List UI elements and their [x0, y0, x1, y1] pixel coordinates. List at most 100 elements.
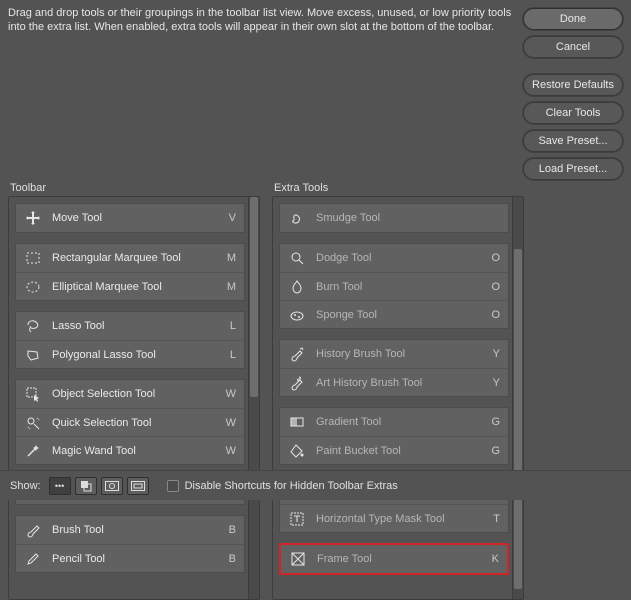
tool-row[interactable]: Pencil ToolB	[16, 544, 244, 572]
checkbox-label: Disable Shortcuts for Hidden Toolbar Ext…	[185, 480, 398, 492]
tool-shortcut: O	[486, 252, 500, 264]
tool-row[interactable]: History Brush ToolY	[280, 340, 508, 368]
scrollbar-thumb[interactable]	[250, 197, 258, 397]
tool-shortcut: Y	[486, 348, 500, 360]
show-option-foreground-button[interactable]	[75, 477, 97, 495]
show-option-screenmode-button[interactable]	[127, 477, 149, 495]
dialog-buttons: Done Cancel Restore Defaults Clear Tools…	[523, 6, 623, 180]
tool-row[interactable]: Polygonal Lasso ToolL	[16, 340, 244, 368]
tool-shortcut: T	[486, 513, 500, 525]
tool-group[interactable]: Dodge ToolOBurn ToolOSponge ToolO	[279, 243, 509, 329]
tool-label: Lasso Tool	[52, 320, 222, 332]
tool-row[interactable]: Lasso ToolL	[16, 312, 244, 340]
cancel-button[interactable]: Cancel	[523, 36, 623, 58]
tool-label: Art History Brush Tool	[316, 377, 486, 389]
tool-label: Magic Wand Tool	[52, 445, 222, 457]
tool-shortcut: O	[486, 309, 500, 321]
tool-row[interactable]: Paint Bucket ToolG	[280, 436, 508, 464]
tool-group[interactable]: Frame ToolK	[279, 543, 509, 575]
tool-group[interactable]: Lasso ToolLPolygonal Lasso ToolL	[15, 311, 245, 369]
tool-label: Object Selection Tool	[52, 388, 222, 400]
tool-label: Smudge Tool	[316, 212, 486, 224]
tool-row[interactable]: Quick Selection ToolW	[16, 408, 244, 436]
tool-row[interactable]: Smudge Tool	[280, 204, 508, 232]
tool-label: Dodge Tool	[316, 252, 486, 264]
frame-icon	[289, 550, 307, 568]
tool-group[interactable]: Object Selection ToolWQuick Selection To…	[15, 379, 245, 465]
tool-group[interactable]: History Brush ToolYArt History Brush Too…	[279, 339, 509, 397]
type-mask-h-icon	[288, 510, 306, 528]
done-button[interactable]: Done	[523, 8, 623, 30]
tool-group[interactable]: Gradient ToolGPaint Bucket ToolG	[279, 407, 509, 465]
tool-shortcut: K	[485, 553, 499, 565]
tool-label: Sponge Tool	[316, 309, 486, 321]
burn-icon	[288, 278, 306, 296]
tool-shortcut: W	[222, 388, 236, 400]
tool-group[interactable]: Move ToolV	[15, 203, 245, 233]
tool-shortcut: V	[222, 212, 236, 224]
tool-row[interactable]: Horizontal Type Mask ToolT	[280, 504, 508, 532]
restore-defaults-button[interactable]: Restore Defaults	[523, 74, 623, 96]
tool-row[interactable]: Rectangular Marquee ToolM	[16, 244, 244, 272]
checkbox-box[interactable]	[167, 480, 179, 492]
tool-shortcut: L	[222, 349, 236, 361]
tool-row[interactable]: Move ToolV	[16, 204, 244, 232]
tool-label: Paint Bucket Tool	[316, 445, 486, 457]
lasso-poly-icon	[24, 346, 42, 364]
extra-scrollbar[interactable]	[512, 197, 523, 599]
tool-shortcut: L	[222, 320, 236, 332]
tool-shortcut: B	[222, 553, 236, 565]
tool-row[interactable]: Sponge ToolO	[280, 300, 508, 328]
lasso-icon	[24, 317, 42, 335]
brush-icon	[24, 521, 42, 539]
toolbar-header: Toolbar	[8, 182, 260, 196]
tool-label: Rectangular Marquee Tool	[52, 252, 222, 264]
extra-tools-list[interactable]: Smudge ToolDodge ToolOBurn ToolOSponge T…	[272, 196, 524, 600]
tool-row[interactable]: Object Selection ToolW	[16, 380, 244, 408]
tool-row[interactable]: Gradient ToolG	[280, 408, 508, 436]
tool-shortcut: B	[222, 524, 236, 536]
tool-row[interactable]: Elliptical Marquee ToolM	[16, 272, 244, 300]
art-history-icon	[288, 374, 306, 392]
save-preset-button[interactable]: Save Preset...	[523, 130, 623, 152]
disable-shortcuts-checkbox[interactable]: Disable Shortcuts for Hidden Toolbar Ext…	[167, 480, 398, 492]
tool-group[interactable]: Rectangular Marquee ToolMElliptical Marq…	[15, 243, 245, 301]
show-option-ellipsis-button[interactable]: •••	[49, 477, 71, 495]
toolbar-list[interactable]: Move ToolVRectangular Marquee ToolMEllip…	[8, 196, 260, 600]
magic-wand-icon	[24, 442, 42, 460]
tool-shortcut: W	[222, 417, 236, 429]
tool-row[interactable]: Magic Wand ToolW	[16, 436, 244, 464]
tool-label: Frame Tool	[317, 553, 485, 565]
footer-bar: Show: ••• Disable Shortcuts for Hidden T…	[0, 470, 631, 500]
tool-row[interactable]: Art History Brush ToolY	[280, 368, 508, 396]
tool-shortcut: W	[222, 445, 236, 457]
tool-label: Pencil Tool	[52, 553, 222, 565]
tool-label: Brush Tool	[52, 524, 222, 536]
paint-bucket-icon	[288, 442, 306, 460]
show-option-quickmask-button[interactable]	[101, 477, 123, 495]
tool-label: Horizontal Type Mask Tool	[316, 513, 486, 525]
tool-label: Move Tool	[52, 212, 222, 224]
tool-row[interactable]: Brush ToolB	[16, 516, 244, 544]
tool-group[interactable]: Brush ToolBPencil ToolB	[15, 515, 245, 573]
tool-shortcut: G	[486, 416, 500, 428]
move-icon	[24, 209, 42, 227]
extra-tools-header: Extra Tools	[272, 182, 524, 196]
tool-row[interactable]: Dodge ToolO	[280, 244, 508, 272]
tool-shortcut: Y	[486, 377, 500, 389]
load-preset-button[interactable]: Load Preset...	[523, 158, 623, 180]
tool-group[interactable]: Smudge Tool	[279, 203, 509, 233]
tool-row[interactable]: Frame ToolK	[281, 545, 507, 573]
clear-tools-button[interactable]: Clear Tools	[523, 102, 623, 124]
pencil-icon	[24, 550, 42, 568]
gradient-icon	[288, 413, 306, 431]
tool-row[interactable]: Burn ToolO	[280, 272, 508, 300]
toolbar-scrollbar[interactable]	[248, 197, 259, 599]
tool-shortcut: M	[222, 281, 236, 293]
tool-shortcut: G	[486, 445, 500, 457]
quick-select-icon	[24, 414, 42, 432]
scrollbar-thumb[interactable]	[514, 249, 522, 589]
tool-label: Polygonal Lasso Tool	[52, 349, 222, 361]
sponge-icon	[288, 306, 306, 324]
tool-label: History Brush Tool	[316, 348, 486, 360]
